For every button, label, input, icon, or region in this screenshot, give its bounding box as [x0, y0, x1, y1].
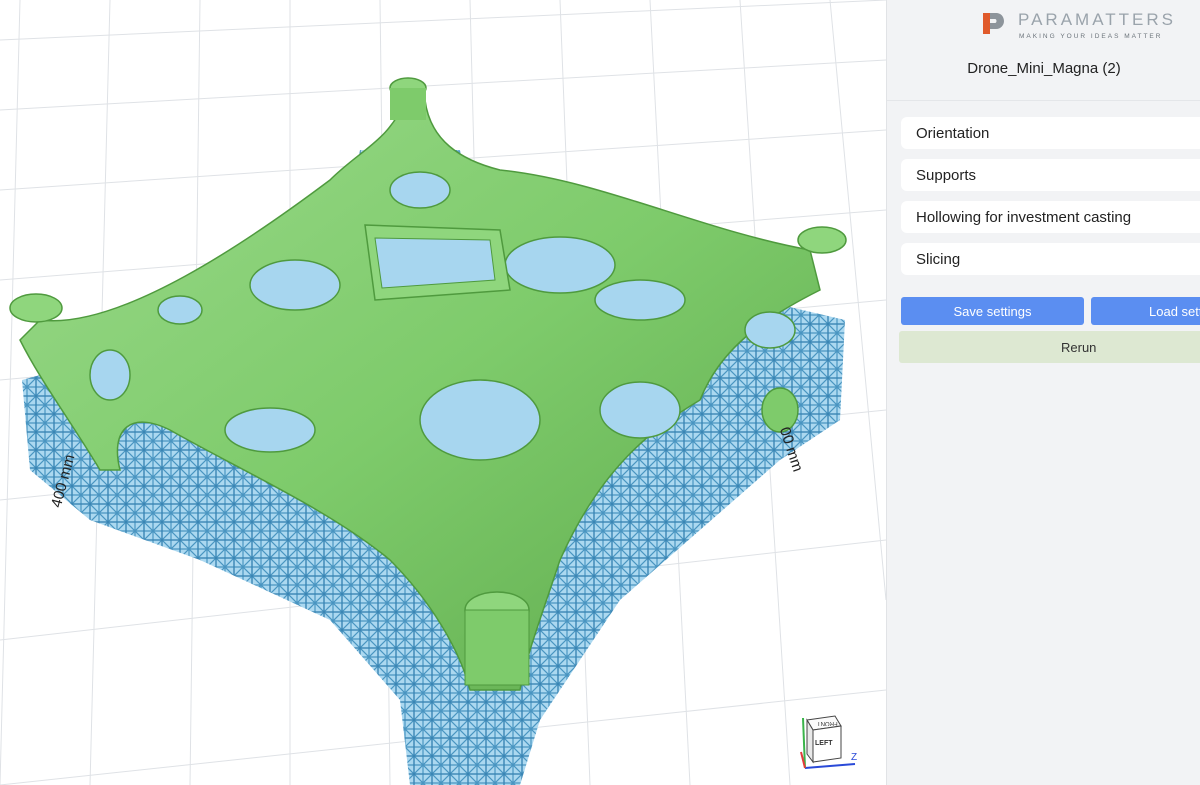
- scene-canvas[interactable]: [0, 0, 886, 785]
- settings-buttons: Save settings Load settings: [901, 297, 1200, 325]
- panel-header: PARAMATTERS MAKING YOUR IDEAS MATTER Dro…: [887, 0, 1200, 101]
- logo-mark-icon: [983, 13, 1004, 34]
- section-orientation[interactable]: Orientation: [901, 117, 1200, 149]
- logo-tagline: MAKING YOUR IDEAS MATTER: [1019, 33, 1163, 40]
- settings-sections: Orientation Supports Hollowing for inves…: [887, 101, 1200, 275]
- section-supports[interactable]: Supports: [901, 159, 1200, 191]
- axis-z-label: Z: [851, 752, 858, 763]
- save-settings-button[interactable]: Save settings: [901, 297, 1084, 325]
- section-slicing[interactable]: Slicing: [901, 243, 1200, 275]
- load-settings-button[interactable]: Load settings: [1091, 297, 1200, 325]
- 3d-viewport[interactable]: 400 mm 00 mm FRONT LEFT Z: [0, 0, 886, 785]
- section-hollowing[interactable]: Hollowing for investment casting: [901, 201, 1200, 233]
- view-cube-top-label: FRONT: [817, 720, 838, 726]
- project-title: Drone_Mini_Magna (2): [967, 60, 1121, 77]
- paramatters-logo: PARAMATTERS MAKING YOUR IDEAS MATTER: [980, 8, 1200, 42]
- settings-panel: PARAMATTERS MAKING YOUR IDEAS MATTER Dro…: [886, 0, 1200, 785]
- logo-name: PARAMATTERS: [1018, 10, 1176, 29]
- view-cube[interactable]: FRONT LEFT Z: [795, 712, 865, 774]
- rerun-button[interactable]: Rerun: [899, 331, 1200, 363]
- view-cube-face-label: LEFT: [815, 740, 833, 747]
